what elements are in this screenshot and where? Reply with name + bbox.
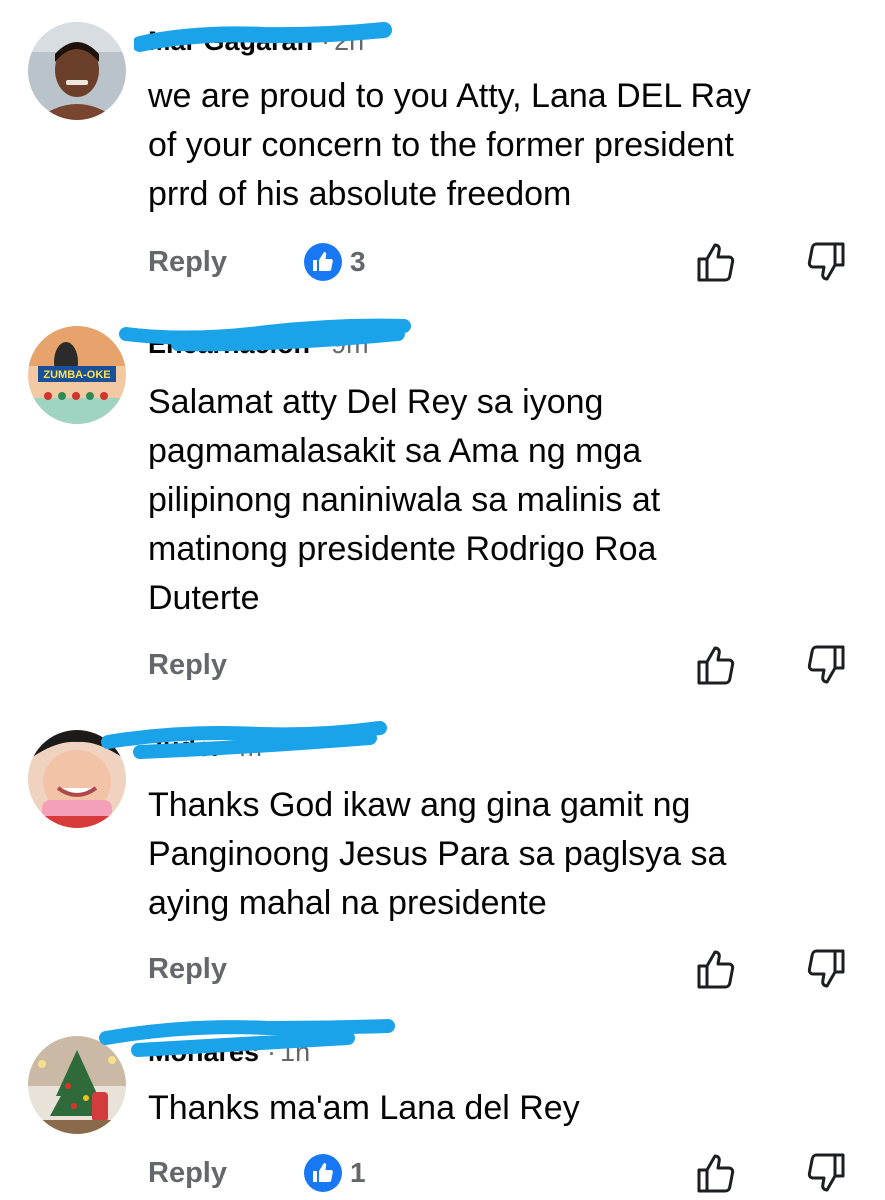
- comment-header: Encarnacion · 9m: [148, 327, 369, 361]
- separator-dot: ·: [267, 1037, 277, 1067]
- comment-text: Thanks ma'am Lana del Rey: [148, 1084, 848, 1133]
- comment-header: Judei · m: [148, 730, 262, 764]
- separator-dot: ·: [318, 329, 328, 359]
- like-icon: [304, 1154, 342, 1192]
- reply-button[interactable]: Reply: [148, 1151, 227, 1195]
- avatar[interactable]: [28, 22, 126, 120]
- timestamp[interactable]: m: [240, 732, 263, 762]
- comment-line: Panginoong Jesus Para sa paglsya sa: [148, 835, 727, 873]
- thumbs-up-outline-icon[interactable]: [694, 643, 738, 687]
- commenter-name[interactable]: Mar Gagaran: [148, 26, 313, 56]
- avatar-text: ZUMBA-OKE: [43, 369, 110, 381]
- avatar[interactable]: [28, 730, 126, 828]
- reply-button[interactable]: Reply: [148, 240, 227, 284]
- comment-line: Salamat atty Del Rey sa iyong: [148, 383, 604, 421]
- thumbs-up-outline-icon[interactable]: [694, 947, 738, 991]
- comment-header: Mar Gagaran · 2h: [148, 24, 364, 58]
- comment-line: Thanks ma'am Lana del Rey: [148, 1089, 580, 1127]
- comment-actions: Reply 3: [148, 240, 858, 284]
- thumbs-up-outline-icon[interactable]: [694, 240, 738, 284]
- comment-line: Duterte: [148, 579, 260, 617]
- avatar[interactable]: [28, 1036, 126, 1134]
- reaction-count: 3: [350, 246, 366, 277]
- commenter-name[interactable]: Judei: [148, 732, 219, 762]
- avatar[interactable]: ZUMBA-OKE: [28, 326, 126, 424]
- thumbs-down-outline-icon[interactable]: [804, 1151, 848, 1195]
- separator-dot: ·: [226, 732, 236, 762]
- timestamp[interactable]: 9m: [331, 329, 369, 359]
- thumbs-up-outline-icon[interactable]: [694, 1151, 738, 1195]
- comment-actions: Reply: [148, 643, 858, 687]
- comment-line: pilipinong naniniwala sa malinis at: [148, 481, 661, 519]
- comment-line: Thanks God ikaw ang gina gamit ng: [148, 786, 691, 824]
- separator-dot: ·: [321, 26, 331, 56]
- comment-text: we are proud to you Atty, Lana DEL Ray o…: [148, 72, 848, 219]
- comment-line: pagmamalasakit sa Ama ng mga: [148, 432, 642, 470]
- comment-line: matinong presidente Rodrigo Roa: [148, 530, 657, 568]
- thumbs-down-outline-icon[interactable]: [804, 643, 848, 687]
- thumbs-down-outline-icon[interactable]: [804, 947, 848, 991]
- comment-line: aying mahal na presidente: [148, 884, 547, 922]
- comment-text: Salamat atty Del Rey sa iyong pagmamalas…: [148, 378, 848, 623]
- comment-actions: Reply 1: [148, 1151, 858, 1195]
- comment-line: of your concern to the former president: [148, 126, 734, 164]
- reply-button[interactable]: Reply: [148, 643, 227, 687]
- like-icon: [304, 243, 342, 281]
- thumbs-down-outline-icon[interactable]: [804, 240, 848, 284]
- timestamp[interactable]: 2h: [334, 26, 364, 56]
- reaction-count: 1: [350, 1157, 366, 1188]
- comment-line: we are proud to you Atty, Lana DEL Ray: [148, 77, 751, 115]
- timestamp[interactable]: 1h: [280, 1037, 310, 1067]
- reaction-summary[interactable]: 3: [304, 242, 366, 282]
- commenter-name[interactable]: Monares: [148, 1037, 259, 1067]
- reply-button[interactable]: Reply: [148, 947, 227, 991]
- commenter-name[interactable]: Encarnacion: [148, 329, 310, 359]
- reaction-summary[interactable]: 1: [304, 1153, 366, 1193]
- comment-actions: Reply: [148, 947, 858, 991]
- comment-header: Monares · 1h: [148, 1035, 310, 1069]
- comment-line: prrd of his absolute freedom: [148, 175, 572, 213]
- comment-text: Thanks God ikaw ang gina gamit ng Pangin…: [148, 781, 848, 928]
